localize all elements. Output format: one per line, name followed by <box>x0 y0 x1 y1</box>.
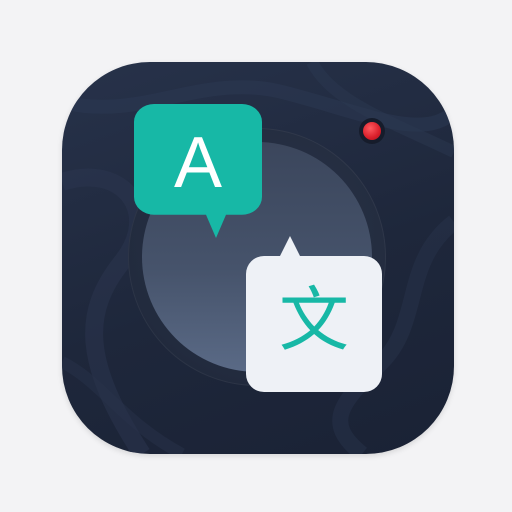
app-icon-tile[interactable]: A 文 <box>62 62 454 454</box>
target-language-speech-bubble-icon: 文 <box>246 232 382 392</box>
page-background: A 文 <box>0 0 512 512</box>
record-indicator-icon <box>359 118 385 144</box>
target-glyph: 文 <box>279 279 349 361</box>
source-letter: A <box>173 123 223 203</box>
source-language-speech-bubble-icon: A <box>134 104 262 238</box>
record-indicator-light <box>363 122 381 140</box>
